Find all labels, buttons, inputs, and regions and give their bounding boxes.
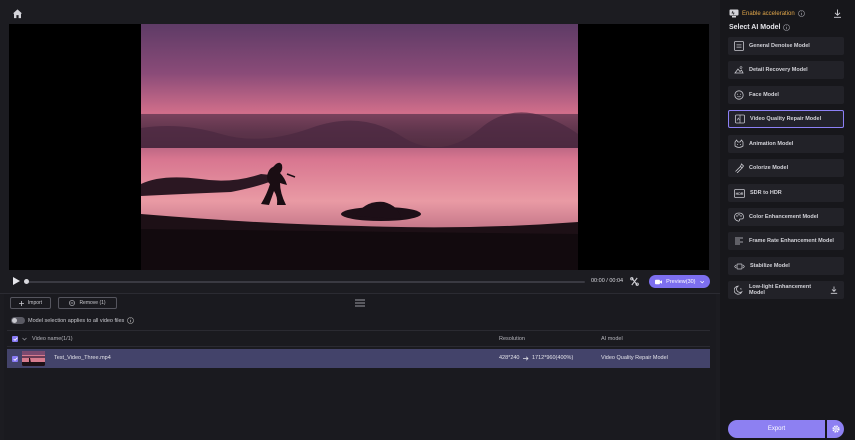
model-label: Video Quality Repair Model <box>750 116 822 122</box>
import-button[interactable]: Import <box>10 297 51 309</box>
model-frame-rate-enhancement[interactable]: Frame Rate Enhancement Model <box>728 232 844 250</box>
model-low-light-enhancement[interactable]: Low-light Enhancement Model <box>728 281 844 299</box>
chevron-down-icon[interactable] <box>22 337 27 341</box>
column-ai-model: AI model <box>601 336 623 342</box>
preview-label: Preview(30) <box>666 278 696 285</box>
select-model-title: Select AI Model <box>729 24 791 31</box>
export-label: Export <box>767 426 786 432</box>
file-list-panel: Import Remove (1) Model selection applie… <box>4 294 716 440</box>
model-detail-recovery[interactable]: Detail Recovery Model <box>728 61 844 79</box>
compare-split-icon[interactable] <box>630 277 639 286</box>
model-stabilize[interactable]: Stabilize Model <box>728 257 844 275</box>
model-label: SDR to HDR <box>750 190 782 196</box>
model-video-quality-repair[interactable]: Video Quality Repair Model <box>728 110 844 128</box>
face-icon <box>734 90 744 100</box>
model-general-denoise[interactable]: General Denoise Model <box>728 37 844 55</box>
model-label: Color Enhancement Model <box>749 214 819 220</box>
model-color-enhancement[interactable]: Color Enhancement Model <box>728 208 844 226</box>
model-label: Face Model <box>749 92 779 98</box>
download-icon[interactable] <box>833 9 842 18</box>
progress-bar[interactable] <box>24 279 585 284</box>
select-all-checkbox[interactable] <box>12 336 18 342</box>
model-label: Frame Rate Enhancement Model <box>749 238 834 244</box>
colorize-icon <box>735 163 744 173</box>
player-controls: 00:00 / 00:04 Preview(30) <box>0 272 720 292</box>
main-area: 00:00 / 00:04 Preview(30) Import Remove … <box>0 0 720 440</box>
acceleration-toggle[interactable]: Enable acceleration <box>729 9 805 18</box>
row-res-from: 428*240 <box>499 355 520 361</box>
home-icon[interactable] <box>12 8 23 19</box>
play-icon[interactable] <box>11 276 21 286</box>
gpu-icon <box>729 9 739 18</box>
color-enhance-icon <box>734 212 744 222</box>
stabilize-icon <box>734 263 745 269</box>
model-label: Colorize Model <box>749 165 789 171</box>
model-apply-all-row: Model selection applies to all video fil… <box>11 317 135 324</box>
row-file-name: Test_Video_Three.mp4 <box>54 355 111 361</box>
model-animation[interactable]: Animation Model <box>728 135 844 153</box>
plus-icon <box>18 300 24 306</box>
repair-icon <box>735 114 745 124</box>
remove-label: Remove (1) <box>79 300 106 306</box>
export-button[interactable]: Export <box>728 420 825 438</box>
model-apply-all-toggle[interactable] <box>11 317 25 324</box>
svg-text:HDR: HDR <box>736 192 744 196</box>
video-preview <box>9 24 709 270</box>
low-light-icon <box>734 285 743 295</box>
info-icon[interactable] <box>127 317 135 324</box>
minus-circle-icon <box>69 300 76 306</box>
row-res-to: 1712*960(400%) <box>532 355 574 361</box>
model-label: Animation Model <box>749 141 794 147</box>
export-settings-button[interactable] <box>827 420 844 438</box>
model-side-panel: Enable acceleration Select AI Model Gene… <box>720 0 855 440</box>
model-apply-all-label: Model selection applies to all video fil… <box>28 317 125 324</box>
hdr-icon: HDR <box>734 188 745 198</box>
check-icon <box>12 357 18 361</box>
model-label: Low-light Enhancement Model <box>749 284 812 296</box>
model-label: Detail Recovery Model <box>749 67 808 73</box>
model-label: General Denoise Model <box>749 43 810 49</box>
help-icon[interactable] <box>797 10 805 17</box>
chevron-down-icon[interactable] <box>699 280 704 284</box>
acceleration-label: Enable acceleration <box>742 10 795 17</box>
column-video-name: Video name(1/1) <box>32 336 73 342</box>
camera-icon <box>655 279 663 284</box>
info-icon[interactable] <box>783 24 791 31</box>
select-model-label: Select AI Model <box>729 24 781 31</box>
column-resolution: Resolution <box>499 336 525 342</box>
video-frame-image <box>141 24 578 270</box>
table-row[interactable]: Test_Video_Three.mp4 428*240 1712*960(40… <box>7 349 710 368</box>
model-face[interactable]: Face Model <box>728 86 844 104</box>
drag-handle-icon[interactable] <box>355 299 365 307</box>
arrow-right-icon <box>523 356 529 361</box>
row-checkbox[interactable] <box>12 356 18 362</box>
row-ai-model: Video Quality Repair Model <box>601 355 668 361</box>
progress-knob[interactable] <box>24 279 29 284</box>
import-label: Import <box>27 300 43 306</box>
gear-icon <box>831 425 840 433</box>
check-icon <box>12 337 18 341</box>
timecode: 00:00 / 00:04 <box>591 278 624 284</box>
model-label: Stabilize Model <box>750 263 790 269</box>
model-sdr-to-hdr[interactable]: HDR SDR to HDR <box>728 184 844 202</box>
detail-icon <box>734 66 744 74</box>
video-thumbnail <box>22 351 45 366</box>
animation-icon <box>734 139 744 148</box>
model-colorize[interactable]: Colorize Model <box>728 159 844 177</box>
download-icon[interactable] <box>830 286 838 294</box>
preview-button[interactable]: Preview(30) <box>649 275 710 288</box>
table-header: Video name(1/1) Resolution AI model <box>7 330 710 347</box>
remove-button[interactable]: Remove (1) <box>58 297 117 309</box>
frame-rate-icon <box>735 237 743 245</box>
denoise-icon <box>734 41 744 51</box>
